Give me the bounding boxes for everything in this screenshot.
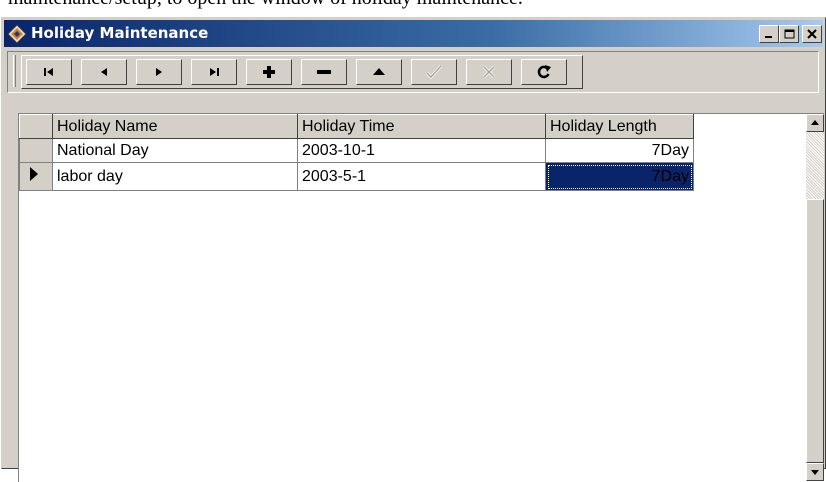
column-header-holiday-name[interactable]: Holiday Name <box>52 114 298 139</box>
last-record-icon <box>210 68 219 76</box>
next-arrow-icon <box>156 68 162 76</box>
cancel-edit-button[interactable] <box>466 59 512 85</box>
close-button[interactable] <box>802 25 822 43</box>
prior-arrow-icon <box>101 68 107 76</box>
x-icon <box>482 65 496 79</box>
minus-icon <box>317 70 331 74</box>
title-bar[interactable]: Holiday Maintenance <box>4 20 823 47</box>
cell-holiday-length[interactable]: 7Day <box>545 138 694 163</box>
holiday-grid: Holiday Name Holiday Time Holiday Length… <box>18 113 824 482</box>
cell-holiday-time[interactable]: 2003-10-1 <box>297 138 546 163</box>
toolbar <box>7 51 819 93</box>
first-record-icon <box>44 68 53 76</box>
db-navigator <box>21 55 583 89</box>
grid-viewport: Holiday Name Holiday Time Holiday Length… <box>19 114 805 481</box>
row-indicator[interactable] <box>19 162 53 191</box>
cell-holiday-name[interactable]: National Day <box>52 138 298 163</box>
next-record-button[interactable] <box>136 59 182 85</box>
scroll-up-button[interactable] <box>806 114 824 132</box>
holiday-maintenance-window: Holiday Maintenance Holiday Name Holiday… <box>1 17 826 482</box>
scroll-up-arrow-icon <box>811 120 819 125</box>
toolbar-grip[interactable] <box>13 55 16 87</box>
maximize-icon <box>784 29 794 39</box>
current-row-arrow-icon <box>30 167 38 181</box>
close-icon <box>807 29 817 39</box>
first-record-button[interactable] <box>26 59 72 85</box>
plus-icon <box>263 66 275 78</box>
delete-record-button[interactable] <box>301 59 347 85</box>
column-header-holiday-length[interactable]: Holiday Length <box>545 114 694 139</box>
document-caption: maintenance/setup, to open the window of… <box>8 0 523 10</box>
post-edit-button[interactable] <box>411 59 457 85</box>
window-title: Holiday Maintenance <box>31 24 209 42</box>
scroll-down-button[interactable] <box>806 463 824 481</box>
edit-record-button[interactable] <box>356 59 402 85</box>
refresh-data-button[interactable] <box>521 59 567 85</box>
column-header-holiday-time[interactable]: Holiday Time <box>297 114 546 139</box>
prior-record-button[interactable] <box>81 59 127 85</box>
cell-holiday-length[interactable]: 7Day <box>545 162 694 191</box>
minimize-icon <box>765 36 772 38</box>
cell-holiday-name[interactable]: labor day <box>52 162 298 191</box>
minimize-button[interactable] <box>759 25 779 43</box>
up-triangle-icon <box>373 68 385 75</box>
insert-record-button[interactable] <box>246 59 292 85</box>
check-icon <box>425 64 443 80</box>
last-record-button[interactable] <box>191 59 237 85</box>
vertical-scrollbar[interactable] <box>806 114 824 481</box>
app-icon <box>7 24 27 44</box>
table-row[interactable]: labor day 2003-5-1 7Day <box>19 162 694 191</box>
header-indicator-cell <box>19 114 53 139</box>
maximize-button[interactable] <box>779 25 799 43</box>
header-row: Holiday Name Holiday Time Holiday Length <box>19 114 694 139</box>
holiday-table: Holiday Name Holiday Time Holiday Length… <box>19 114 694 191</box>
scroll-down-arrow-icon <box>811 470 819 475</box>
table-row[interactable]: National Day 2003-10-1 7Day <box>19 138 694 163</box>
row-indicator[interactable] <box>19 138 53 163</box>
scroll-thumb[interactable] <box>806 199 824 463</box>
refresh-icon <box>537 65 551 79</box>
cell-holiday-time[interactable]: 2003-5-1 <box>297 162 546 191</box>
